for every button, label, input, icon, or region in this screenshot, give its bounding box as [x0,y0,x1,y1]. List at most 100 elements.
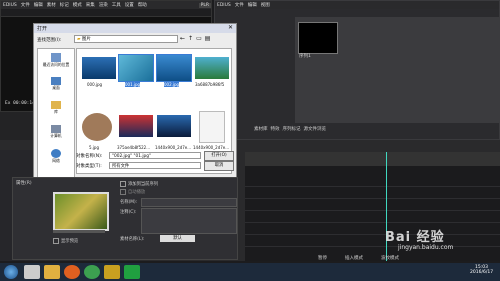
file-thumb-5[interactable] [82,113,112,141]
menu-file[interactable]: 文件 [21,2,30,8]
track-row [245,188,500,199]
checkbox-sequence[interactable]: 添加到当前序列 [120,181,158,187]
menu-settings[interactable]: 设置 [125,2,134,8]
menu-marker[interactable]: 标记 [60,2,69,8]
file-thumb-002[interactable] [156,54,192,82]
menu-edius[interactable]: EDIUS [3,3,17,8]
nav-item-recent[interactable]: 最近访问的位置 [40,53,72,68]
library-icon [51,101,61,109]
checkbox-label: 显示预览 [61,239,79,244]
checkbox-icon [120,181,126,187]
reel-button[interactable]: 默认 [160,235,195,242]
nav-label: 网络 [52,158,60,163]
firefox-icon[interactable] [64,265,80,279]
nav-label: 桌面 [52,85,60,90]
track-row [245,176,500,187]
nav-label: 库 [54,109,58,114]
network-icon [51,149,61,158]
checkbox-show-preview[interactable]: 显示预览 [53,238,78,244]
clip-label: 序列1 [299,54,311,59]
bin-menu-edius[interactable]: EDIUS [217,3,231,8]
menu-tools[interactable]: 工具 [112,2,121,8]
file-thumb-000[interactable] [82,57,116,79]
comment-input[interactable] [141,208,237,234]
file-thumb-1440a[interactable] [157,115,191,137]
lookin-select[interactable]: ▰ 图片 [74,35,178,43]
bin-menu-view[interactable]: 视图 [261,2,270,8]
bin-menubar: EDIUS 文件 编辑 视图 [215,1,499,9]
filename-input[interactable]: "002.jpg" "01.jpg" [109,152,201,159]
track-row [245,236,500,247]
reel-label: 素材名称(L): [120,237,145,242]
name-input[interactable] [141,198,237,207]
file-name: 5.jpg [89,145,100,150]
nav-item-computer[interactable]: 计算机 [40,125,72,139]
cancel-button[interactable]: 取消 [204,161,234,171]
preview-scrubber[interactable] [53,230,105,233]
player-controls [0,112,33,140]
tab-sequence-marker[interactable]: 序列标记 [283,126,301,132]
tab-source-browser[interactable]: 源文件浏览 [304,126,327,132]
watermark-url: jingyan.baidu.com [398,244,454,251]
nav-item-libraries[interactable]: 库 [40,101,72,115]
menu-capture[interactable]: 采集 [86,2,95,8]
view-menu-icon[interactable]: ▤ [205,35,211,42]
file-name: 000.jpg [87,82,103,87]
back-icon[interactable]: ← [180,35,185,42]
nav-item-network[interactable]: 网络 [40,149,72,164]
checkbox-label: 自动播放 [128,190,146,195]
mode-badge[interactable]: PLR [198,2,211,8]
bin-menu-edit[interactable]: 编辑 [248,2,257,8]
file-name: 1440x900_2d7e... [155,145,192,150]
file-name: 001.jpg [125,82,141,87]
menu-clip[interactable]: 素材 [47,2,56,8]
track-row [245,224,500,235]
preview-label: 属性(R) [16,181,32,186]
menu-render[interactable]: 渲染 [99,2,108,8]
new-folder-icon[interactable]: ▭ [196,35,202,42]
tab-effects[interactable]: 特效 [271,126,280,132]
file-thumb-3a68[interactable] [195,57,229,79]
bin-menu-file[interactable]: 文件 [235,2,244,8]
filetype-select[interactable]: 所有文件 [109,162,201,169]
filetype-label: 对象类型(T): [76,164,102,169]
start-orb-icon[interactable] [4,265,18,279]
edius-icon[interactable] [104,265,120,279]
chrome-icon[interactable] [84,265,100,279]
checkbox-autoplay[interactable]: 自动播放 [120,189,145,195]
player-toolbar [1,9,211,17]
dialog-title: 打开 [37,26,48,32]
checkbox-icon [120,189,126,195]
computer-icon [51,125,61,133]
status-insert-mode: 插入模式 [345,256,363,261]
watermark-text: Bai 经验 [385,230,445,245]
timeline-ruler[interactable] [245,152,500,167]
track-row [245,212,500,223]
nav-item-desktop[interactable]: 桌面 [40,77,72,91]
open-button[interactable]: 打开(O) [204,151,234,161]
recent-places-icon [51,53,61,62]
menu-edit[interactable]: 编辑 [34,2,43,8]
clock-date: 2016/6/17 [470,270,494,275]
explorer-icon[interactable] [44,265,60,279]
name-label: 名称(M): [120,200,138,205]
sequence-clip-thumbnail[interactable] [298,22,338,54]
up-folder-icon[interactable]: ↑ [188,35,193,42]
file-name: 002.jpg [164,82,180,87]
file-thumb-1440b[interactable] [199,111,225,143]
file-thumb-375a[interactable] [119,115,153,137]
track-row [245,200,500,211]
file-thumb-001[interactable] [118,54,154,82]
preview-image [53,192,109,231]
app-icon[interactable] [124,265,140,279]
nav-label: 最近访问的位置 [42,62,70,67]
menu-mode[interactable]: 模式 [73,2,82,8]
comment-label: 注释(C): [120,210,137,215]
nav-label: 计算机 [50,133,62,138]
tab-bin[interactable]: 素材库 [254,126,268,132]
close-icon[interactable]: ✕ [228,24,233,31]
lookin-label: 查找范围(I): [37,38,62,43]
folder-icon: ▰ [77,37,81,42]
menu-help[interactable]: 帮助 [138,2,147,8]
media-icon[interactable] [24,265,40,279]
